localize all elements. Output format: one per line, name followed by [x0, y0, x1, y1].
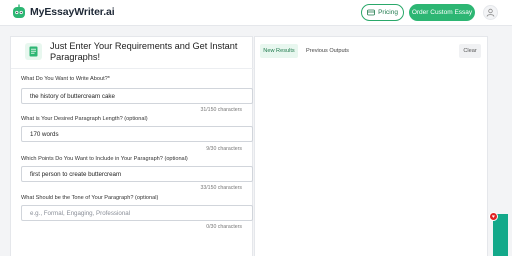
- topic-char-counter: 31/150 characters: [200, 107, 242, 113]
- top-navbar: MyEssayWriter.ai Pricing Order Custom Es…: [0, 0, 512, 26]
- brand-name: MyEssayWriter.ai: [30, 6, 115, 18]
- tone-input[interactable]: [21, 205, 253, 221]
- pricing-button[interactable]: Pricing: [361, 4, 404, 21]
- points-label: Which Points Do You Want to Include in Y…: [21, 156, 188, 162]
- form-header: Just Enter Your Requirements and Get Ins…: [11, 37, 254, 69]
- tone-label: What Should be the Tone of Your Paragrap…: [21, 195, 159, 201]
- form-title: Just Enter Your Requirements and Get Ins…: [50, 41, 238, 62]
- tab-previous-outputs[interactable]: Previous Outputs: [306, 44, 349, 58]
- tab-new-results[interactable]: New Results: [260, 44, 298, 58]
- length-char-counter: 9/30 characters: [206, 146, 242, 152]
- topic-label: What Do You Want to Write About?*: [21, 76, 110, 82]
- document-icon: [25, 43, 42, 60]
- points-input[interactable]: [21, 166, 253, 182]
- brand-logo[interactable]: MyEssayWriter.ai: [11, 4, 115, 20]
- robot-logo-icon: [13, 4, 25, 18]
- length-label: What is Your Desired Paragraph Length? (…: [21, 116, 148, 122]
- length-input[interactable]: [21, 126, 253, 142]
- tone-char-counter: 0/30 characters: [206, 224, 242, 230]
- clear-button[interactable]: Clear: [459, 44, 481, 58]
- user-avatar[interactable]: [483, 5, 498, 20]
- topic-input[interactable]: [21, 88, 253, 104]
- order-custom-essay-button[interactable]: Order Custom Essay: [409, 4, 475, 21]
- results-panel: New Results Previous Outputs Clear: [254, 36, 488, 256]
- user-icon: [486, 8, 495, 17]
- requirements-form-panel: Just Enter Your Requirements and Get Ins…: [10, 36, 254, 256]
- price-tag-icon: [367, 9, 375, 16]
- heart-icon: ♥: [489, 212, 498, 221]
- pricing-label: Pricing: [378, 9, 398, 16]
- points-char-counter: 33/150 characters: [200, 185, 242, 191]
